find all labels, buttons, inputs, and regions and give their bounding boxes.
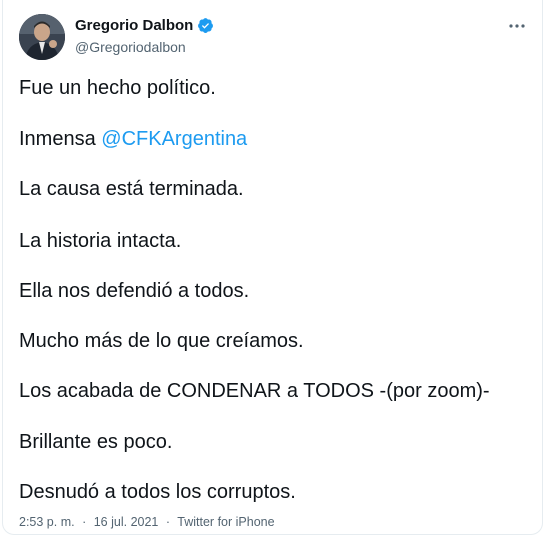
tweet-line: Brillante es poco. [19,431,173,453]
tweet-metadata: 2:53 p. m. · 16 jul. 2021 · Twitter for … [19,515,275,529]
author-name[interactable]: Gregorio Dalbon [75,17,193,34]
tweet-line: Fue un hecho político. [19,77,216,99]
tweet-card: Gregorio Dalbon @Gregoriodalbon Fue un h… [2,0,543,535]
author-handle[interactable]: @Gregoriodalbon [75,39,186,55]
mention-link[interactable]: @CFKArgentina [101,128,247,150]
tweet-source[interactable]: Twitter for iPhone [177,515,274,529]
avatar[interactable] [19,14,65,60]
tweet-line-text: Inmensa [19,128,102,150]
tweet-line: Mucho más de lo que creíamos. [19,330,304,352]
tweet-line: La historia intacta. [19,230,182,252]
tweet-time[interactable]: 2:53 p. m. [19,515,75,529]
author-line: Gregorio Dalbon [75,17,214,34]
separator: · [82,515,87,529]
avatar-image [19,14,65,60]
separator: · [165,515,171,529]
tweet-line: Desnudó a todos los corruptos. [19,481,296,503]
verified-badge-icon [198,18,214,33]
tweet-line: Ella nos defendió a todos. [19,280,250,302]
tweet-line: Los acabada de CONDENAR a TODOS -(por zo… [19,380,490,402]
tweet-line: La causa está terminada. [19,178,244,200]
more-options-icon[interactable] [506,18,528,34]
tweet-date[interactable]: 16 jul. 2021 [94,515,159,529]
tweet-line: Inmensa @CFKArgentina [19,127,247,151]
